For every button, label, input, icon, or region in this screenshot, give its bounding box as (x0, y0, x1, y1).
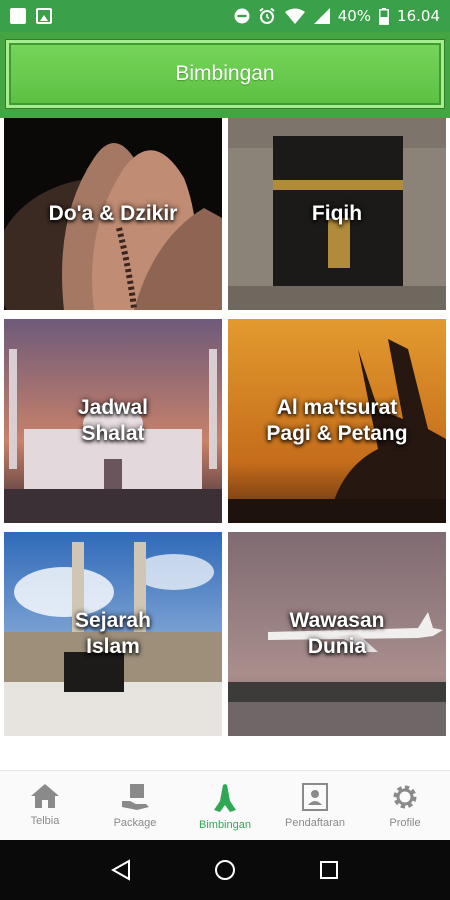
status-bar: 40% 16.04 (0, 0, 450, 32)
nav-item-bimbingan[interactable]: Bimbingan (180, 771, 270, 840)
home-button-icon[interactable] (214, 859, 236, 881)
tile-al-matsurat[interactable]: Al ma'tsurat Pagi & Petang (228, 319, 446, 523)
nav-label: Bimbingan (199, 819, 251, 831)
wifi-icon (284, 8, 305, 24)
praying-hands-icon (214, 784, 236, 812)
registration-icon (302, 783, 328, 811)
tile-label: Al ma'tsurat Pagi & Petang (266, 395, 408, 445)
category-grid: Do'a & Dzikir Fiqih Jadwal Shalat Al ma'… (4, 118, 446, 736)
nav-label: Package (113, 817, 157, 829)
nav-item-profile[interactable]: Profile (360, 771, 450, 840)
alarm-icon (259, 7, 275, 24)
notification-icon (10, 8, 26, 24)
image-notification-icon (36, 8, 52, 24)
nav-label: Profile (389, 817, 421, 829)
do-not-disturb-icon (234, 8, 250, 24)
nav-label: Telbia (30, 815, 60, 827)
tile-wawasan-dunia[interactable]: Wawasan Dunia (228, 532, 446, 736)
battery-percent: 40% (337, 7, 372, 25)
clock: 16.04 (397, 7, 440, 25)
tile-label: Do'a & Dzikir (48, 201, 178, 225)
nav-item-telbia[interactable]: Telbia (0, 771, 90, 840)
bottom-nav: Telbia Package Bimbingan Pendaftaran Pro… (0, 770, 450, 840)
recent-apps-icon[interactable] (319, 860, 339, 880)
tile-label: Jadwal Shalat (77, 395, 149, 445)
screen: 40% 16.04 Bimbingan Do'a & Dzikir Fiqih … (0, 0, 450, 900)
tile-label: Sejarah Islam (75, 608, 151, 658)
battery-icon (379, 7, 389, 25)
tile-label: Fiqih (311, 201, 363, 225)
tile-label: Wawasan Dunia (289, 608, 385, 658)
nav-item-package[interactable]: Package (90, 771, 180, 840)
back-icon[interactable] (111, 859, 131, 881)
signal-icon (313, 8, 330, 24)
package-icon (122, 784, 149, 810)
app-bar: Bimbingan (0, 32, 450, 118)
page-title: Bimbingan (175, 62, 275, 85)
tile-jadwal-shalat[interactable]: Jadwal Shalat (4, 319, 222, 523)
page-title-button[interactable]: Bimbingan (6, 40, 444, 108)
system-nav-bar (0, 840, 450, 900)
tile-sejarah-islam[interactable]: Sejarah Islam (4, 532, 222, 736)
home-icon (31, 784, 59, 808)
nav-item-pendaftaran[interactable]: Pendaftaran (270, 771, 360, 840)
tile-fiqih[interactable]: Fiqih (228, 118, 446, 310)
tile-doa-dzikir[interactable]: Do'a & Dzikir (4, 118, 222, 310)
nav-label: Pendaftaran (285, 817, 345, 829)
gear-icon (393, 785, 417, 809)
